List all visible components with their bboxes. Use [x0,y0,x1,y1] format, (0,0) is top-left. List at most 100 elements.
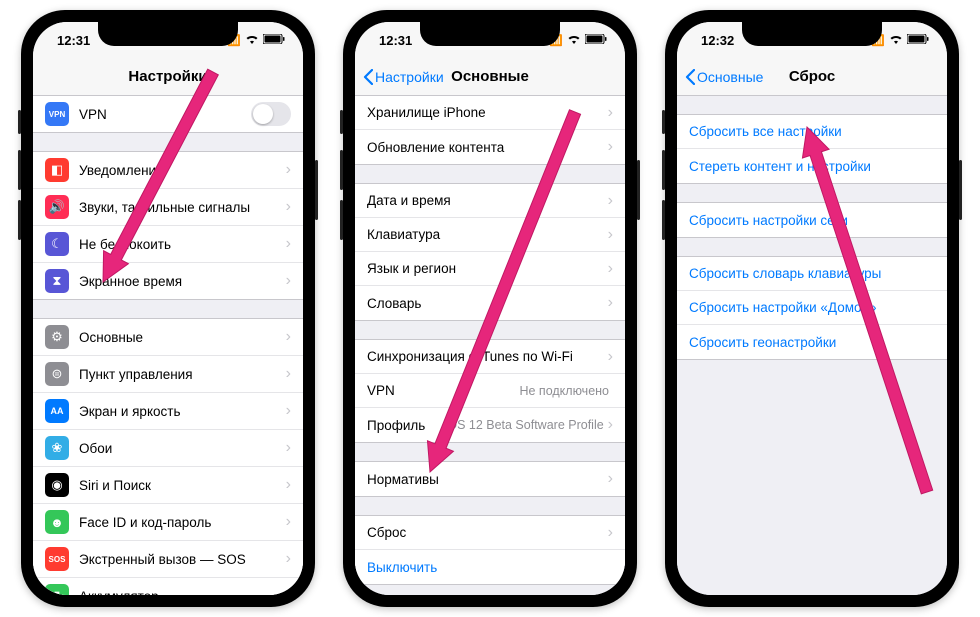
settings-group: ⚙Основные›⊜Пункт управления›AAЭкран и яр… [33,318,303,595]
row-icon: ⊜ [45,362,69,386]
row-label: Дата и время [367,193,608,208]
chevron-right-icon: › [608,524,613,542]
settings-row[interactable]: 🔊Звуки, тактильные сигналы› [33,189,303,226]
settings-row[interactable]: Сбросить настройки «Домой» [677,291,947,325]
wifi-icon [567,34,581,47]
row-icon: AA [45,399,69,423]
phone-mockup: 12:31 📶 Настройки Основные [343,10,637,607]
row-icon: ▮ [45,584,69,595]
notch [742,22,882,46]
settings-row[interactable]: Клавиатура› [355,218,625,252]
notch [420,22,560,46]
chevron-right-icon: › [286,439,291,457]
settings-group: Сбросить все настройки Стереть контент и … [677,114,947,184]
settings-row[interactable]: ▮ Аккумулятор› [33,578,303,595]
chevron-right-icon: › [286,328,291,346]
chevron-right-icon: › [286,235,291,253]
row-label: Язык и регион [367,261,608,276]
row-icon: VPN [45,102,69,126]
chevron-right-icon: › [286,402,291,420]
row-icon: ◧ [45,158,69,182]
settings-row[interactable]: ◧ Уведомления› [33,152,303,189]
content[interactable]: Сбросить все настройки Стереть контент и … [677,96,947,595]
settings-row[interactable]: ⧗Экранное время› [33,263,303,299]
content[interactable]: VPNVPN◧Уведомления›🔊Звуки, тактильные си… [33,96,303,595]
settings-group: Хранилище iPhone›Обновление контента› [355,96,625,165]
settings-row[interactable]: Словарь› [355,286,625,320]
settings-row[interactable]: Хранилище iPhone› [355,96,625,130]
settings-row[interactable]: Обновление контента› [355,130,625,164]
row-icon: ☾ [45,232,69,256]
settings-row[interactable]: VPN VPN [33,96,303,132]
chevron-right-icon: › [286,587,291,595]
nav-bar: Основные Сброс [677,58,947,96]
row-label: Профиль [367,418,445,433]
row-label: Словарь [367,296,608,311]
settings-group: Дата и время›Клавиатура›Язык и регион›Сл… [355,183,625,321]
page-title: Основные [451,68,529,85]
settings-row[interactable]: Синхронизация с iTunes по Wi-Fi› [355,340,625,374]
chevron-right-icon: › [286,198,291,216]
settings-row[interactable]: ☾ Не беспокоить› [33,226,303,263]
settings-row[interactable]: Сбросить настройки сети [677,203,947,237]
notch [98,22,238,46]
chevron-right-icon: › [608,294,613,312]
page-title: Настройки [128,68,207,85]
settings-row[interactable]: AAЭкран и яркость› [33,393,303,430]
row-label: Пункт управления [79,367,286,382]
settings-row[interactable]: Дата и время› [355,184,625,218]
settings-row[interactable]: Язык и регион› [355,252,625,286]
settings-row[interactable]: ⊜ Пункт управления› [33,356,303,393]
row-icon: ⧗ [45,269,69,293]
chevron-right-icon: › [608,470,613,488]
settings-row[interactable]: SOSЭкстренный вызов — SOS› [33,541,303,578]
settings-group: Нормативы› [355,461,625,497]
row-detail: iOS 12 Beta Software Profile [445,418,604,432]
settings-row[interactable]: ❀Обои› [33,430,303,467]
row-label: Клавиатура [367,227,608,242]
back-button[interactable]: Настройки [363,69,444,85]
back-label: Основные [697,69,763,85]
settings-row[interactable]: Сбросить словарь клавиатуры [677,257,947,291]
content[interactable]: Хранилище iPhone›Обновление контента› Дат… [355,96,625,595]
nav-bar: Настройки Основные [355,58,625,96]
row-label: VPN [367,383,519,398]
settings-row[interactable]: Нормативы› [355,462,625,496]
settings-row[interactable]: Сбросить геонастройки [677,325,947,359]
chevron-right-icon: › [608,138,613,156]
chevron-right-icon: › [608,226,613,244]
chevron-right-icon: › [286,365,291,383]
status-time: 12:32 [701,33,734,48]
status-time: 12:31 [57,33,90,48]
row-label: Не беспокоить [79,237,286,252]
chevron-right-icon: › [286,513,291,531]
settings-row[interactable]: Стереть контент и настройки [677,149,947,183]
row-label: Уведомления [79,163,286,178]
row-label: VPN [79,107,251,122]
row-label: Сбросить настройки «Домой» [689,300,935,315]
phone-mockup: 12:32 📶 Основные Сброс Сбро [665,10,959,607]
toggle-switch[interactable] [251,102,291,126]
settings-row[interactable]: ПрофильiOS 12 Beta Software Profile› [355,408,625,442]
row-icon: SOS [45,547,69,571]
settings-row[interactable]: Сброс› [355,516,625,550]
back-button[interactable]: Основные [685,69,763,85]
row-label: Звуки, тактильные сигналы [79,200,286,215]
settings-row[interactable]: ☻Face ID и код-пароль› [33,504,303,541]
chevron-right-icon: › [286,161,291,179]
settings-row[interactable]: VPNНе подключено [355,374,625,408]
settings-row[interactable]: Сбросить все настройки [677,115,947,149]
row-label: Сброс [367,525,608,540]
row-icon: ☻ [45,510,69,534]
row-label: Экстренный вызов — SOS [79,552,286,567]
settings-row[interactable]: ⚙Основные› [33,319,303,356]
screen: 12:31 📶 Настройки Основные [355,22,625,595]
settings-row[interactable]: ◉Siri и Поиск› [33,467,303,504]
row-label: Аккумулятор [79,589,286,596]
chevron-right-icon: › [608,348,613,366]
settings-row[interactable]: Выключить [355,550,625,584]
back-label: Настройки [375,69,444,85]
row-detail: Не подключено [519,384,609,398]
row-label: Нормативы [367,472,608,487]
row-label: Сбросить все настройки [689,124,935,139]
